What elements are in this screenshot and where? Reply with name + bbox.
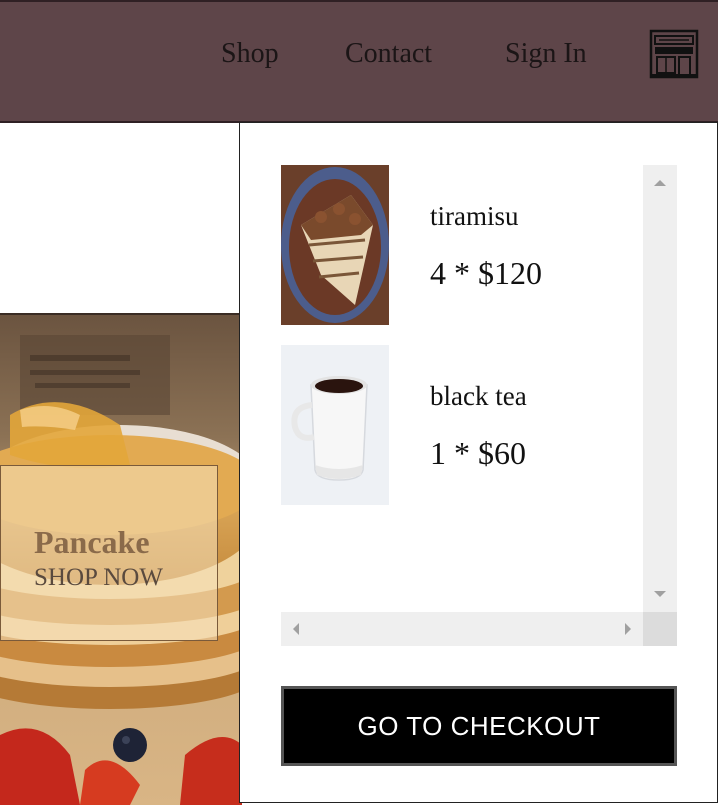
storefront-icon[interactable] [649, 28, 699, 80]
cart-items-list[interactable]: tiramisu 4 * $120 black tea 1 * $60 [281, 165, 677, 646]
tiramisu-thumbnail [281, 165, 389, 325]
vertical-scrollbar[interactable] [643, 165, 677, 612]
go-to-checkout-button[interactable]: GO TO CHECKOUT [281, 686, 677, 766]
nav-link-sign-in[interactable]: Sign In [505, 36, 587, 72]
top-navigation-bar: Shop Contact Sign In [0, 0, 718, 123]
horizontal-scrollbar[interactable] [281, 612, 643, 646]
cart-dropdown: tiramisu 4 * $120 black tea 1 * $60 GO T… [239, 122, 718, 803]
scroll-left-arrow-icon[interactable] [293, 623, 299, 635]
pancake-banner[interactable]: Pancake SHOP NOW [0, 313, 242, 805]
cart-item-quantity-price: 4 * $120 [430, 255, 542, 291]
scroll-down-arrow-icon[interactable] [654, 591, 666, 597]
scrollbar-corner [643, 612, 677, 646]
cart-item: black tea 1 * $60 [281, 345, 641, 505]
nav-link-contact[interactable]: Contact [345, 36, 432, 72]
promo-title: Pancake [34, 524, 150, 560]
cart-item-quantity-price: 1 * $60 [430, 435, 526, 471]
cart-item: tiramisu 4 * $120 [281, 165, 641, 325]
shop-now-link[interactable]: SHOP NOW [34, 564, 163, 592]
black-tea-thumbnail [281, 345, 389, 505]
cart-item-name: tiramisu [430, 201, 519, 231]
promo-overlay[interactable]: Pancake SHOP NOW [0, 465, 218, 641]
cart-item-name: black tea [430, 381, 527, 411]
nav-link-shop[interactable]: Shop [221, 36, 279, 72]
scroll-up-arrow-icon[interactable] [654, 180, 666, 186]
scroll-right-arrow-icon[interactable] [625, 623, 631, 635]
